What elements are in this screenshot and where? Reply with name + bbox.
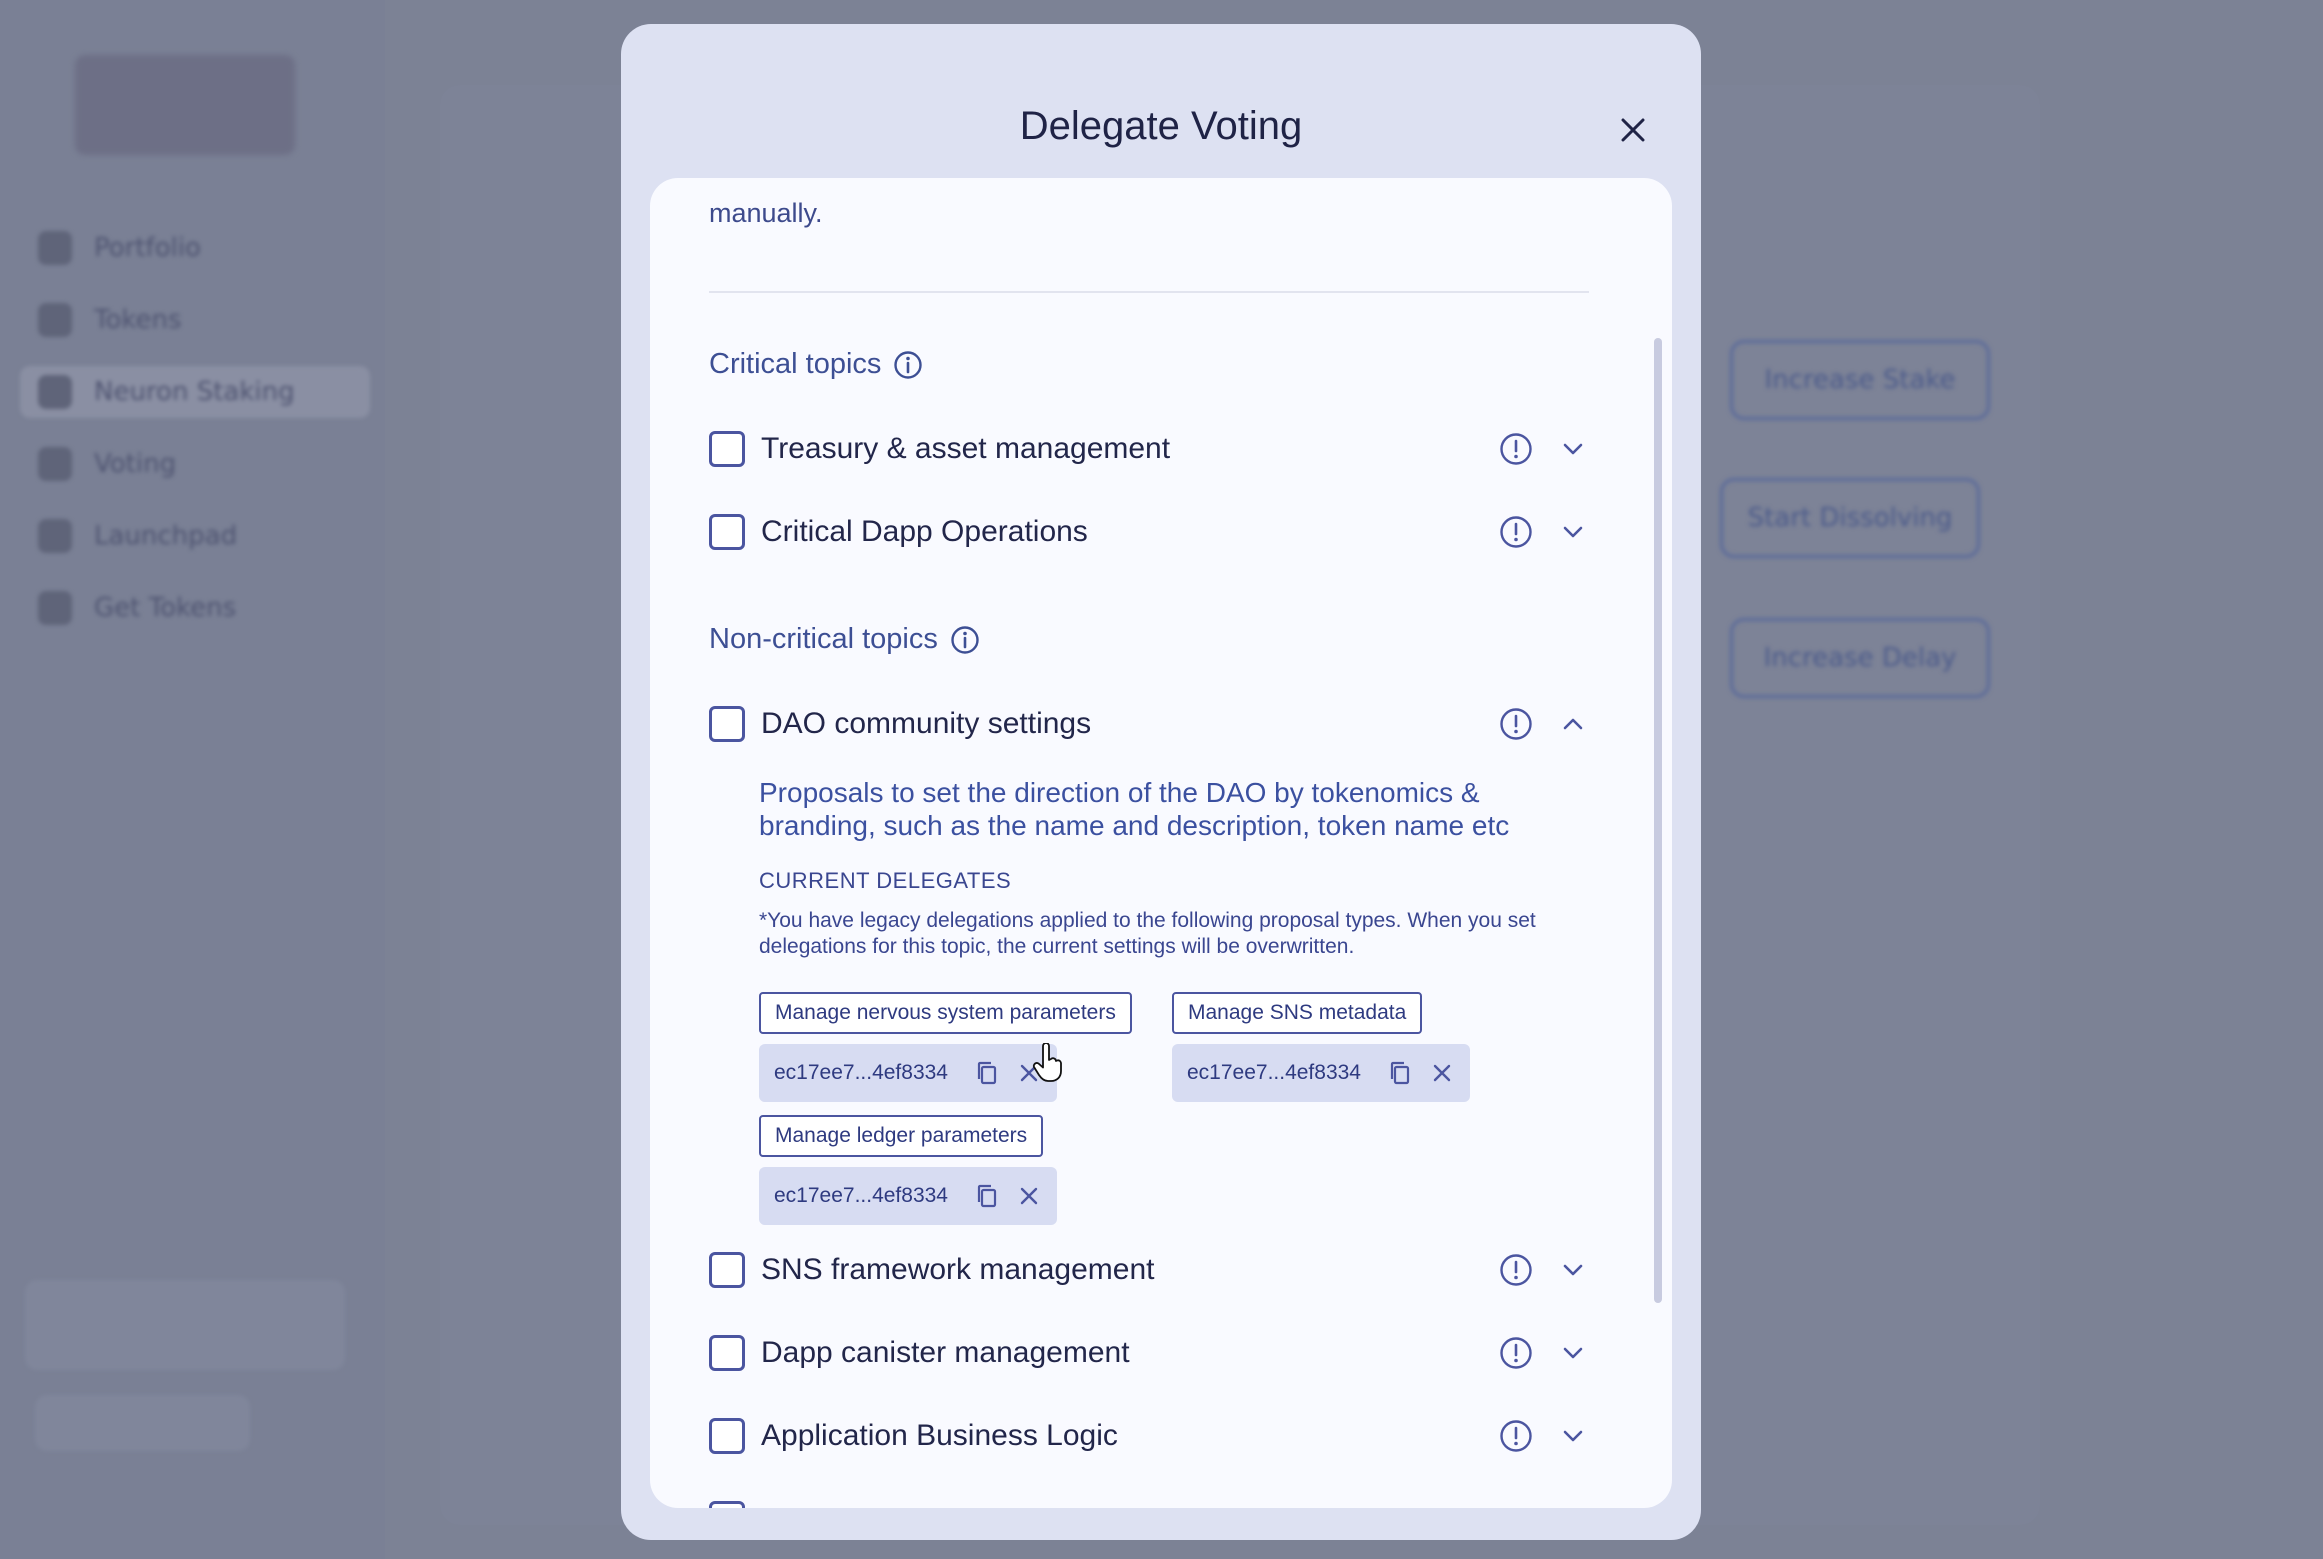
sidebar: Portfolio Tokens Neuron Staking Voting L… xyxy=(0,0,385,1559)
sidebar-item-portfolio[interactable]: Portfolio xyxy=(20,222,370,274)
chevron-down-icon[interactable] xyxy=(1557,516,1589,548)
remove-icon[interactable] xyxy=(1015,1182,1043,1210)
proposal-type-tag: Manage SNS metadata xyxy=(1172,992,1423,1034)
topic-row-treasury[interactable]: Treasury & asset management xyxy=(709,424,1589,474)
topic-row-partial[interactable] xyxy=(709,1494,1589,1508)
rocket-icon xyxy=(38,519,72,553)
critical-topics-heading: Critical topics xyxy=(709,348,923,381)
neuron-chip: ec17ee7...4ef8334 xyxy=(1172,1044,1470,1102)
topic-checkbox[interactable] xyxy=(709,431,745,467)
chevron-down-icon[interactable] xyxy=(1557,1337,1589,1369)
chevron-up-icon[interactable] xyxy=(1557,708,1589,740)
topic-checkbox[interactable] xyxy=(709,1252,745,1288)
neuron-chip: ec17ee7...4ef8334 xyxy=(759,1044,1057,1102)
topic-checkbox[interactable] xyxy=(709,1418,745,1454)
intro-text: manually. xyxy=(709,198,823,228)
legacy-delegation-note: *You have legacy delegations applied to … xyxy=(759,909,1536,958)
topic-row-application-business-logic[interactable]: Application Business Logic xyxy=(709,1411,1589,1461)
sidebar-item-voting[interactable]: Voting xyxy=(20,438,370,490)
exclamation-icon[interactable] xyxy=(1499,1253,1533,1287)
vote-icon xyxy=(38,447,72,481)
wallet-icon xyxy=(38,303,72,337)
topic-row-sns-framework-management[interactable]: SNS framework management xyxy=(709,1245,1589,1295)
topic-label: Critical Dapp Operations xyxy=(761,515,1088,548)
neuron-id: ec17ee7...4ef8334 xyxy=(1187,1061,1361,1084)
topic-checkbox[interactable] xyxy=(709,1501,745,1508)
exclamation-icon[interactable] xyxy=(1499,432,1533,466)
sidebar-item-launchpad[interactable]: Launchpad xyxy=(20,510,370,562)
neuron-id: ec17ee7...4ef8334 xyxy=(774,1061,948,1084)
topic-row-dapp-canister-management[interactable]: Dapp canister management xyxy=(709,1328,1589,1378)
topic-row-critical-dapp-operations[interactable]: Critical Dapp Operations xyxy=(709,507,1589,557)
topic-label: Application Business Logic xyxy=(761,1419,1118,1452)
app-logo xyxy=(75,55,295,155)
sidebar-item-neuron-staking[interactable]: Neuron Staking xyxy=(20,366,370,418)
scroll-area[interactable]: manually. Critical topics Treasury & ass… xyxy=(650,178,1672,1508)
info-icon[interactable] xyxy=(893,350,923,380)
neuron-id: ec17ee7...4ef8334 xyxy=(774,1184,948,1207)
topic-checkbox[interactable] xyxy=(709,1335,745,1371)
copy-icon[interactable] xyxy=(973,1182,1001,1210)
scrollbar[interactable] xyxy=(1654,338,1662,1303)
chevron-down-icon[interactable] xyxy=(1557,1254,1589,1286)
proposal-type-tag: Manage nervous system parameters xyxy=(759,992,1132,1034)
topic-checkbox[interactable] xyxy=(709,514,745,550)
copy-icon[interactable] xyxy=(1386,1059,1414,1087)
delegate-voting-modal: Delegate Voting manually. Critical topic… xyxy=(621,24,1701,1540)
bottom-card xyxy=(25,1280,345,1370)
home-icon xyxy=(38,231,72,265)
divider xyxy=(709,291,1589,293)
chevron-down-icon[interactable] xyxy=(1557,433,1589,465)
proposal-type-tag: Manage ledger parameters xyxy=(759,1115,1044,1157)
exclamation-icon[interactable] xyxy=(1499,515,1533,549)
exclamation-icon[interactable] xyxy=(1499,1419,1533,1453)
modal-content: manually. Critical topics Treasury & ass… xyxy=(650,178,1672,1508)
modal-title: Delegate Voting xyxy=(1019,104,1303,148)
sidebar-item-tokens[interactable]: Tokens xyxy=(20,294,370,346)
remove-icon[interactable] xyxy=(1428,1059,1456,1087)
topic-label: Dapp canister management xyxy=(761,1336,1130,1369)
topic-label: SNS framework management xyxy=(761,1253,1155,1286)
neuron-chip: ec17ee7...4ef8334 xyxy=(759,1167,1057,1225)
exclamation-icon[interactable] xyxy=(1499,707,1533,741)
stake-icon xyxy=(38,375,72,409)
topic-label: Treasury & asset management xyxy=(761,432,1171,465)
start-dissolving-button[interactable]: Start Dissolving xyxy=(1720,478,1980,558)
tokens-icon xyxy=(38,591,72,625)
exclamation-icon[interactable] xyxy=(1499,1336,1533,1370)
chevron-down-icon[interactable] xyxy=(1557,1420,1589,1452)
topic-checkbox[interactable] xyxy=(709,706,745,742)
sidebar-item-get-tokens[interactable]: Get Tokens xyxy=(20,582,370,634)
topic-row-dao-community-settings[interactable]: DAO community settings xyxy=(709,699,1589,749)
close-button[interactable] xyxy=(1613,110,1653,150)
close-icon xyxy=(1621,118,1645,142)
increase-delay-button[interactable]: Increase Delay xyxy=(1730,618,1990,698)
non-critical-topics-heading: Non-critical topics xyxy=(709,623,980,656)
topic-label: DAO community settings xyxy=(761,707,1092,740)
source-code-button[interactable] xyxy=(35,1395,250,1451)
info-icon[interactable] xyxy=(950,625,980,655)
copy-icon[interactable] xyxy=(973,1059,1001,1087)
increase-stake-button[interactable]: Increase Stake xyxy=(1730,340,1990,420)
topic-description: Proposals to set the direction of the DA… xyxy=(759,777,1510,841)
hand-cursor-icon xyxy=(1032,1043,1062,1082)
current-delegates-label: CURRENT DELEGATES xyxy=(759,868,1012,893)
